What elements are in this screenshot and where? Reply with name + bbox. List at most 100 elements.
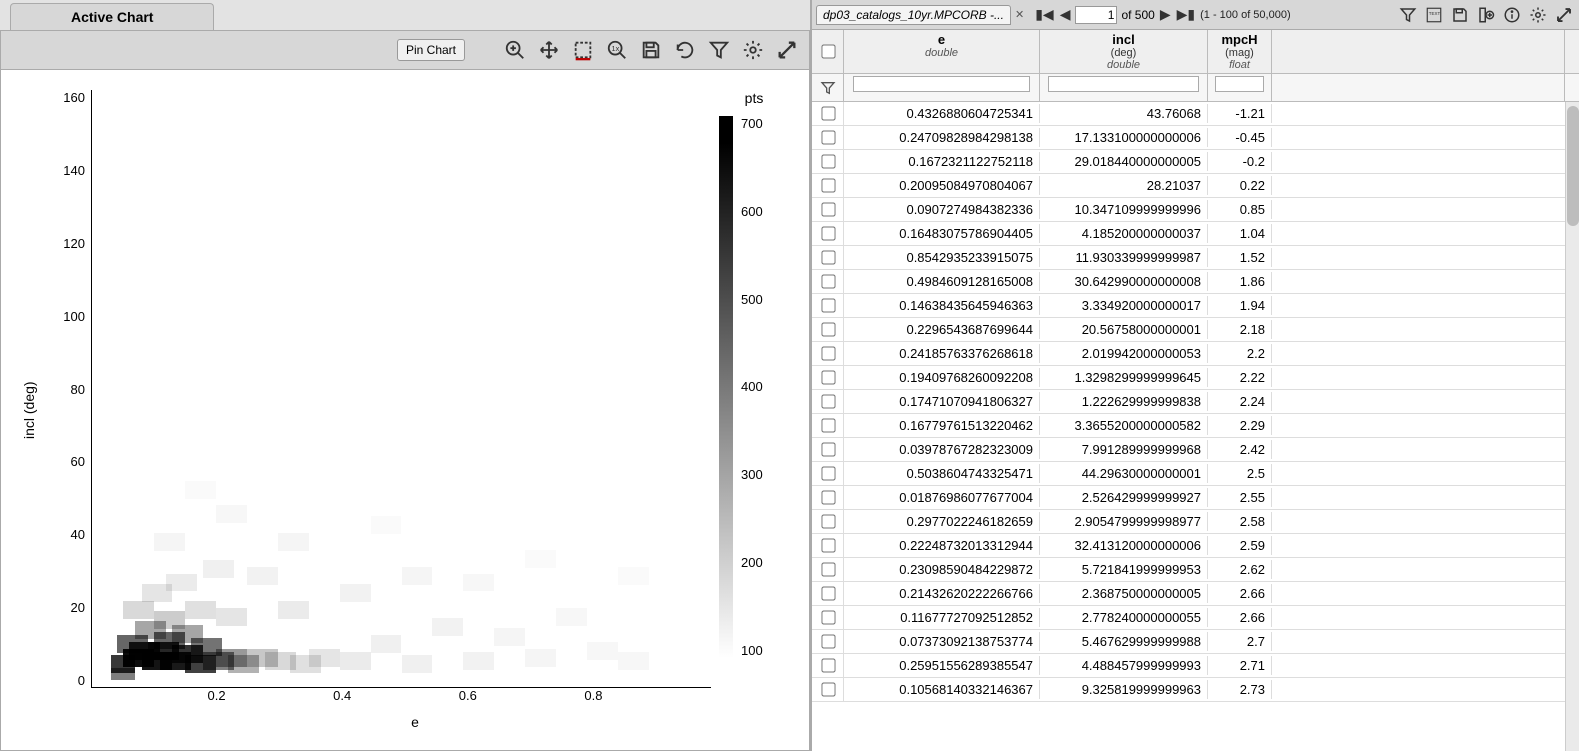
table-body[interactable]: 0.4326880604725341 43.76068 -1.21 0.2470… bbox=[812, 102, 1579, 751]
pin-chart-button[interactable]: Pin Chart bbox=[397, 39, 465, 61]
table-row[interactable]: 0.25951556289385547 4.488457999999993 2.… bbox=[812, 654, 1579, 678]
row-checkbox[interactable] bbox=[812, 366, 844, 389]
table-row[interactable]: 0.8542935233915075 11.930339999999987 1.… bbox=[812, 246, 1579, 270]
legend-title: pts bbox=[745, 90, 764, 106]
filter-icon[interactable] bbox=[705, 36, 733, 64]
row-checkbox[interactable] bbox=[812, 678, 844, 701]
select-icon[interactable] bbox=[569, 36, 597, 64]
row-checkbox[interactable] bbox=[812, 582, 844, 605]
save-chart-icon[interactable] bbox=[637, 36, 665, 64]
cell-incl: 10.347109999999996 bbox=[1040, 200, 1208, 219]
row-checkbox[interactable] bbox=[812, 558, 844, 581]
table-row[interactable]: 0.4326880604725341 43.76068 -1.21 bbox=[812, 102, 1579, 126]
cell-e: 0.0907274984382336 bbox=[844, 200, 1040, 219]
save-table-icon[interactable] bbox=[1449, 4, 1471, 26]
table-row[interactable]: 0.20095084970804067 28.21037 0.22 bbox=[812, 174, 1579, 198]
cell-filler bbox=[1272, 568, 1579, 572]
table-row[interactable]: 0.2296543687699644 20.56758000000001 2.1… bbox=[812, 318, 1579, 342]
row-checkbox[interactable] bbox=[812, 318, 844, 341]
column-header-e[interactable]: e double bbox=[844, 30, 1040, 73]
table-row[interactable]: 0.5038604743325471 44.29630000000001 2.5 bbox=[812, 462, 1579, 486]
settings-icon[interactable] bbox=[739, 36, 767, 64]
cell-mpch: 2.66 bbox=[1208, 608, 1272, 627]
row-checkbox[interactable] bbox=[812, 222, 844, 245]
row-checkbox[interactable] bbox=[812, 342, 844, 365]
cell-filler bbox=[1272, 520, 1579, 524]
table-row[interactable]: 0.07373092138753774 5.467629999999988 2.… bbox=[812, 630, 1579, 654]
table-row[interactable]: 0.11677727092512852 2.778240000000055 2.… bbox=[812, 606, 1579, 630]
row-checkbox[interactable] bbox=[812, 150, 844, 173]
column-header-mpch[interactable]: mpcH (mag) float bbox=[1208, 30, 1272, 73]
table-row[interactable]: 0.16483075786904405 4.185200000000037 1.… bbox=[812, 222, 1579, 246]
cell-e: 0.23098590484229872 bbox=[844, 560, 1040, 579]
pan-icon[interactable] bbox=[535, 36, 563, 64]
first-page-button[interactable]: ▮◀ bbox=[1034, 6, 1054, 23]
table-scrollbar[interactable] bbox=[1565, 102, 1579, 751]
table-row[interactable]: 0.01876986077677004 2.526429999999927 2.… bbox=[812, 486, 1579, 510]
x-axis-label: e bbox=[41, 714, 789, 730]
table-row[interactable]: 0.0907274984382336 10.347109999999996 0.… bbox=[812, 198, 1579, 222]
close-icon[interactable]: ✕ bbox=[1015, 8, 1024, 21]
row-checkbox[interactable] bbox=[812, 270, 844, 293]
table-row[interactable]: 0.2977022246182659 2.9054799999998977 2.… bbox=[812, 510, 1579, 534]
row-checkbox[interactable] bbox=[812, 654, 844, 677]
row-checkbox[interactable] bbox=[812, 246, 844, 269]
row-checkbox[interactable] bbox=[812, 102, 844, 125]
select-all-checkbox[interactable] bbox=[812, 30, 844, 73]
row-checkbox[interactable] bbox=[812, 486, 844, 509]
row-checkbox[interactable] bbox=[812, 438, 844, 461]
row-checkbox[interactable] bbox=[812, 630, 844, 653]
table-row[interactable]: 0.03978767282323009 7.991289999999968 2.… bbox=[812, 438, 1579, 462]
row-checkbox[interactable] bbox=[812, 606, 844, 629]
row-checkbox[interactable] bbox=[812, 534, 844, 557]
data-tab-name[interactable]: dp03_catalogs_10yr.MPCORB -... bbox=[816, 5, 1011, 25]
last-page-button[interactable]: ▶▮ bbox=[1176, 6, 1196, 23]
row-checkbox[interactable] bbox=[812, 126, 844, 149]
colorbar-ticks: 700600500400300200100 bbox=[741, 116, 763, 658]
table-row[interactable]: 0.21432620222266766 2.368750000000005 2.… bbox=[812, 582, 1579, 606]
add-column-icon[interactable] bbox=[1475, 4, 1497, 26]
table-row[interactable]: 0.1672321122752118 29.018440000000005 -0… bbox=[812, 150, 1579, 174]
table-row[interactable]: 0.23098590484229872 5.721841999999953 2.… bbox=[812, 558, 1579, 582]
table-row[interactable]: 0.10568140332146367 9.325819999999963 2.… bbox=[812, 678, 1579, 702]
cell-e: 0.2977022246182659 bbox=[844, 512, 1040, 531]
tab-active-chart[interactable]: Active Chart bbox=[10, 3, 214, 30]
table-row[interactable]: 0.19409768260092208 1.3298299999999645 2… bbox=[812, 366, 1579, 390]
cell-e: 0.16483075786904405 bbox=[844, 224, 1040, 243]
undo-icon[interactable] bbox=[671, 36, 699, 64]
table-filter-icon[interactable] bbox=[1397, 4, 1419, 26]
cell-incl: 4.488457999999993 bbox=[1040, 656, 1208, 675]
table-settings-icon[interactable] bbox=[1527, 4, 1549, 26]
info-icon[interactable] bbox=[1501, 4, 1523, 26]
cell-e: 0.16779761513220462 bbox=[844, 416, 1040, 435]
table-row[interactable]: 0.24185763376268618 2.019942000000053 2.… bbox=[812, 342, 1579, 366]
zoom-in-icon[interactable] bbox=[501, 36, 529, 64]
table-expand-icon[interactable] bbox=[1553, 4, 1575, 26]
filter-icon-cell[interactable] bbox=[812, 74, 844, 101]
filter-input-e[interactable] bbox=[853, 76, 1031, 92]
table-row[interactable]: 0.4984609128165008 30.642990000000008 1.… bbox=[812, 270, 1579, 294]
row-checkbox[interactable] bbox=[812, 414, 844, 437]
table-row[interactable]: 0.14638435645946363 3.334920000000017 1.… bbox=[812, 294, 1579, 318]
table-row[interactable]: 0.24709828984298138 17.133100000000006 -… bbox=[812, 126, 1579, 150]
page-input[interactable] bbox=[1075, 6, 1117, 24]
scrollbar-thumb[interactable] bbox=[1567, 106, 1579, 226]
column-header-incl[interactable]: incl (deg) double bbox=[1040, 30, 1208, 73]
prev-page-button[interactable]: ◀ bbox=[1059, 6, 1072, 23]
row-checkbox[interactable] bbox=[812, 294, 844, 317]
plot-canvas[interactable] bbox=[91, 90, 711, 688]
row-checkbox[interactable] bbox=[812, 510, 844, 533]
next-page-button[interactable]: ▶ bbox=[1159, 6, 1172, 23]
expand-icon[interactable] bbox=[773, 36, 801, 64]
zoom-reset-icon[interactable]: 1x bbox=[603, 36, 631, 64]
text-view-icon[interactable]: TEXT bbox=[1423, 4, 1445, 26]
filter-input-incl[interactable] bbox=[1048, 76, 1199, 92]
row-checkbox[interactable] bbox=[812, 198, 844, 221]
row-checkbox[interactable] bbox=[812, 462, 844, 485]
filter-input-mpch[interactable] bbox=[1215, 76, 1265, 92]
table-row[interactable]: 0.22248732013312944 32.413120000000006 2… bbox=[812, 534, 1579, 558]
table-row[interactable]: 0.16779761513220462 3.3655200000000582 2… bbox=[812, 414, 1579, 438]
row-checkbox[interactable] bbox=[812, 174, 844, 197]
table-row[interactable]: 0.17471070941806327 1.222629999999838 2.… bbox=[812, 390, 1579, 414]
row-checkbox[interactable] bbox=[812, 390, 844, 413]
